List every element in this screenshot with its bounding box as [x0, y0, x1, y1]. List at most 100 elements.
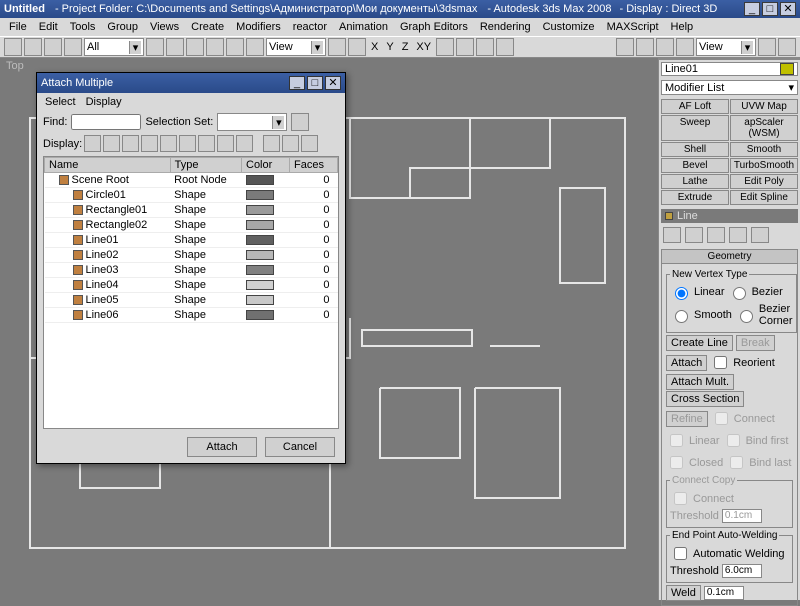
find-input[interactable]	[71, 114, 141, 130]
select-by-name-button[interactable]	[166, 38, 184, 56]
tab-hierarchy[interactable]	[706, 58, 730, 60]
spinner-snap[interactable]	[496, 38, 514, 56]
mod-smooth[interactable]: Smooth	[730, 142, 798, 157]
menu-tools[interactable]: Tools	[65, 20, 101, 34]
select-children-icon[interactable]	[301, 135, 318, 152]
link-button[interactable]	[44, 38, 62, 56]
menu-group[interactable]: Group	[102, 20, 143, 34]
table-row[interactable]: Rectangle02Shape0	[45, 218, 338, 233]
filter-shapes-icon[interactable]	[103, 135, 120, 152]
cross-section-button[interactable]: Cross Section	[666, 391, 744, 407]
pin-stack-button[interactable]	[663, 227, 681, 243]
align-button[interactable]	[636, 38, 654, 56]
ep-threshold-field[interactable]: 6.0cm	[722, 564, 762, 578]
dialog-maximize-button[interactable]: □	[307, 76, 323, 90]
filter-spacewarps-icon[interactable]	[179, 135, 196, 152]
dialog-menu-display[interactable]: Display	[86, 96, 122, 108]
menu-reactor[interactable]: reactor	[288, 20, 332, 34]
automatic-welding-checkbox[interactable]: Automatic Welding	[670, 544, 789, 563]
named-sel-set[interactable]: View▾	[696, 38, 756, 56]
move-button[interactable]	[206, 38, 224, 56]
table-row[interactable]: Scene RootRoot Node0	[45, 173, 338, 188]
mod-lathe[interactable]: Lathe	[661, 174, 729, 189]
mod-turbosmooth[interactable]: TurboSmooth	[730, 158, 798, 173]
mod-edit-poly[interactable]: Edit Poly	[730, 174, 798, 189]
tab-display[interactable]	[753, 58, 777, 60]
maximize-button[interactable]: □	[762, 2, 778, 16]
filter-helpers-icon[interactable]	[160, 135, 177, 152]
dialog-cancel-button[interactable]: Cancel	[265, 437, 335, 457]
modifier-list[interactable]: Modifier List ▾	[661, 80, 798, 95]
redo-button[interactable]	[24, 38, 42, 56]
cc-threshold-field[interactable]: 0.1cm	[722, 509, 762, 523]
object-name-field[interactable]: Line01	[661, 62, 798, 76]
dialog-close-button[interactable]: ✕	[325, 76, 341, 90]
axis-x[interactable]: X	[368, 41, 381, 53]
table-row[interactable]: Line02Shape0	[45, 248, 338, 263]
tab-utilities[interactable]	[777, 58, 800, 60]
rotate-button[interactable]	[226, 38, 244, 56]
menu-animation[interactable]: Animation	[334, 20, 393, 34]
table-row[interactable]: Line05Shape0	[45, 293, 338, 308]
expand-all-icon[interactable]	[263, 135, 280, 152]
remove-modifier-button[interactable]	[729, 227, 747, 243]
mod-bevel[interactable]: Bevel	[661, 158, 729, 173]
mirror-button[interactable]	[616, 38, 634, 56]
snap-toggle[interactable]	[436, 38, 454, 56]
configure-sets-button[interactable]	[751, 227, 769, 243]
material-editor-button[interactable]	[758, 38, 776, 56]
mod-uvw-map[interactable]: UVW Map	[730, 99, 798, 114]
dialog-menu-select[interactable]: Select	[45, 96, 76, 108]
filter-xrefs-icon[interactable]	[217, 135, 234, 152]
col-color[interactable]: Color	[242, 158, 290, 173]
axis-z[interactable]: Z	[399, 41, 412, 53]
table-row[interactable]: Circle01Shape0	[45, 188, 338, 203]
col-faces[interactable]: Faces	[290, 158, 338, 173]
object-list[interactable]: Name Type Color Faces Scene RootRoot Nod…	[43, 156, 339, 429]
filter-lights-icon[interactable]	[122, 135, 139, 152]
tab-motion[interactable]	[730, 58, 754, 60]
render-button[interactable]	[778, 38, 796, 56]
menu-help[interactable]: Help	[666, 20, 699, 34]
layers-button[interactable]	[656, 38, 674, 56]
menu-views[interactable]: Views	[145, 20, 184, 34]
show-end-result-button[interactable]	[685, 227, 703, 243]
menu-rendering[interactable]: Rendering	[475, 20, 536, 34]
mod-sweep[interactable]: Sweep	[661, 115, 729, 141]
col-name[interactable]: Name	[45, 158, 171, 173]
menu-maxscript[interactable]: MAXScript	[602, 20, 664, 34]
selection-set-button[interactable]	[291, 113, 309, 131]
tab-create[interactable]	[659, 58, 683, 60]
menu-create[interactable]: Create	[186, 20, 229, 34]
menu-graph editors[interactable]: Graph Editors	[395, 20, 473, 34]
menu-file[interactable]: File	[4, 20, 32, 34]
radio-bezier-corner[interactable]: Bezier Corner	[735, 303, 793, 327]
undo-button[interactable]	[4, 38, 22, 56]
table-row[interactable]: Line03Shape0	[45, 263, 338, 278]
angle-snap[interactable]	[456, 38, 474, 56]
curve-editor-button[interactable]	[676, 38, 694, 56]
ref-coord-system[interactable]: View▾	[266, 38, 326, 56]
unlink-button[interactable]	[64, 38, 82, 56]
close-button[interactable]: ✕	[780, 2, 796, 16]
mod-apscaler-wsm-[interactable]: apScaler (WSM)	[730, 115, 798, 141]
attach-mult-button[interactable]: Attach Mult.	[666, 374, 734, 390]
filter-cameras-icon[interactable]	[141, 135, 158, 152]
axis-xy[interactable]: XY	[413, 41, 434, 53]
filter-geometry-icon[interactable]	[84, 135, 101, 152]
menu-edit[interactable]: Edit	[34, 20, 63, 34]
scale-button[interactable]	[246, 38, 264, 56]
percent-snap[interactable]	[476, 38, 494, 56]
filter-groups-icon[interactable]	[198, 135, 215, 152]
select-region-button[interactable]	[186, 38, 204, 56]
attach-button[interactable]: Attach	[666, 355, 707, 371]
selection-filter[interactable]: All▾	[84, 38, 144, 56]
manipulate-button[interactable]	[348, 38, 366, 56]
table-row[interactable]: Line01Shape0	[45, 233, 338, 248]
dialog-attach-button[interactable]: Attach	[187, 437, 257, 457]
mod-edit-spline[interactable]: Edit Spline	[730, 190, 798, 205]
weld-field[interactable]: 0.1cm	[704, 586, 744, 600]
radio-smooth[interactable]: Smooth	[670, 307, 732, 323]
menu-customize[interactable]: Customize	[538, 20, 600, 34]
pivot-button[interactable]	[328, 38, 346, 56]
